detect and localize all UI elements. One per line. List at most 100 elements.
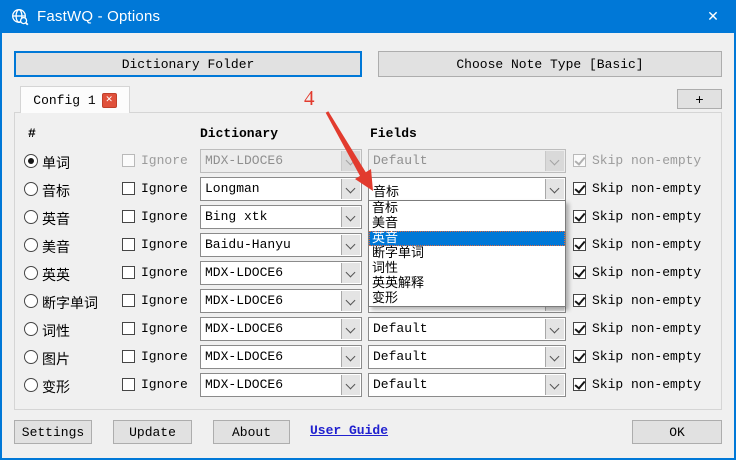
skip-checkbox[interactable]: Skip non-empty bbox=[573, 265, 701, 280]
about-button[interactable]: About bbox=[213, 420, 290, 444]
chevron-glyph bbox=[550, 352, 560, 362]
checkbox-icon[interactable] bbox=[122, 322, 135, 335]
dictionary-folder-button[interactable]: Dictionary Folder bbox=[14, 51, 362, 77]
checkbox-icon[interactable] bbox=[122, 182, 135, 195]
ignore-checkbox[interactable]: Ignore bbox=[122, 377, 188, 392]
chevron-down-icon[interactable] bbox=[545, 375, 564, 395]
dropdown-option[interactable]: 美音 bbox=[369, 216, 565, 231]
skip-checkbox-label: Skip non-empty bbox=[592, 265, 701, 280]
row-radio[interactable] bbox=[24, 154, 38, 168]
tab-close-icon[interactable]: ✕ bbox=[102, 93, 117, 108]
chevron-down-icon[interactable] bbox=[341, 207, 360, 227]
chevron-glyph bbox=[550, 184, 560, 194]
skip-checkbox-label: Skip non-empty bbox=[592, 321, 701, 336]
checkbox-icon[interactable] bbox=[573, 378, 586, 391]
dropdown-option[interactable]: 英音 bbox=[369, 231, 565, 246]
dropdown-option[interactable]: 词性 bbox=[369, 261, 565, 276]
checkbox-icon[interactable] bbox=[573, 350, 586, 363]
chevron-down-icon[interactable] bbox=[341, 347, 360, 367]
dropdown-option[interactable]: 断字单词 bbox=[369, 246, 565, 261]
checkbox-icon[interactable] bbox=[573, 210, 586, 223]
fields-select[interactable]: Default bbox=[368, 317, 566, 341]
ignore-checkbox[interactable]: Ignore bbox=[122, 321, 188, 336]
row-label: 单词 bbox=[42, 153, 70, 173]
window-close-button[interactable]: ✕ bbox=[690, 0, 736, 33]
ok-button[interactable]: OK bbox=[632, 420, 722, 444]
ignore-checkbox[interactable]: Ignore bbox=[122, 209, 188, 224]
ignore-checkbox[interactable]: Ignore bbox=[122, 181, 188, 196]
dictionary-select[interactable]: Baidu-Hanyu bbox=[200, 233, 362, 257]
row-radio[interactable] bbox=[24, 182, 38, 196]
fields-select-value: 音标 bbox=[373, 181, 399, 200]
ignore-checkbox[interactable]: Ignore bbox=[122, 349, 188, 364]
update-button[interactable]: Update bbox=[113, 420, 192, 444]
chevron-down-icon[interactable] bbox=[341, 179, 360, 199]
settings-button[interactable]: Settings bbox=[14, 420, 92, 444]
fields-select[interactable]: Default bbox=[368, 345, 566, 369]
dictionary-select[interactable]: MDX-LDOCE6 bbox=[200, 345, 362, 369]
tab-config-1[interactable]: Config 1 ✕ bbox=[20, 86, 130, 113]
chevron-down-icon[interactable] bbox=[545, 319, 564, 339]
skip-checkbox[interactable]: Skip non-empty bbox=[573, 237, 701, 252]
dropdown-option[interactable]: 变形 bbox=[369, 291, 565, 306]
skip-checkbox[interactable]: Skip non-empty bbox=[573, 349, 701, 364]
chevron-down-icon[interactable] bbox=[341, 263, 360, 283]
dictionary-select-value: MDX-LDOCE6 bbox=[205, 265, 283, 280]
checkbox-icon[interactable] bbox=[573, 238, 586, 251]
fields-select[interactable]: 音标 bbox=[368, 177, 566, 201]
ignore-checkbox[interactable]: Ignore bbox=[122, 265, 188, 280]
add-config-button[interactable]: + bbox=[677, 89, 722, 109]
row-radio[interactable] bbox=[24, 210, 38, 224]
checkbox-icon[interactable] bbox=[122, 266, 135, 279]
skip-checkbox[interactable]: Skip non-empty bbox=[573, 377, 701, 392]
checkbox-icon[interactable] bbox=[122, 238, 135, 251]
choose-note-type-button[interactable]: Choose Note Type [Basic] bbox=[378, 51, 722, 77]
dropdown-option[interactable]: 英英解释 bbox=[369, 276, 565, 291]
skip-checkbox[interactable]: Skip non-empty bbox=[573, 181, 701, 196]
row-radio[interactable] bbox=[24, 322, 38, 336]
dictionary-select[interactable]: MDX-LDOCE6 bbox=[200, 289, 362, 313]
skip-checkbox[interactable]: Skip non-empty bbox=[573, 321, 701, 336]
checkbox-icon[interactable] bbox=[573, 322, 586, 335]
chevron-glyph bbox=[346, 268, 356, 278]
chevron-down-icon[interactable] bbox=[545, 347, 564, 367]
checkbox-icon[interactable] bbox=[573, 182, 586, 195]
chevron-down-icon[interactable] bbox=[341, 235, 360, 255]
row-radio[interactable] bbox=[24, 378, 38, 392]
ignore-checkbox-label: Ignore bbox=[141, 209, 188, 224]
row-radio[interactable] bbox=[24, 238, 38, 252]
user-guide-link[interactable]: User Guide bbox=[310, 423, 388, 438]
table-row: 图片IgnoreMDX-LDOCE6DefaultSkip non-empty bbox=[0, 345, 736, 369]
checkbox-icon[interactable] bbox=[573, 294, 586, 307]
dictionary-select[interactable]: MDX-LDOCE6 bbox=[200, 373, 362, 397]
checkbox-icon[interactable] bbox=[122, 378, 135, 391]
chevron-down-icon[interactable] bbox=[341, 291, 360, 311]
fields-select[interactable]: Default bbox=[368, 373, 566, 397]
skip-checkbox[interactable]: Skip non-empty bbox=[573, 293, 701, 308]
dictionary-select[interactable]: MDX-LDOCE6 bbox=[200, 317, 362, 341]
skip-checkbox-label: Skip non-empty bbox=[592, 181, 701, 196]
dictionary-select[interactable]: Longman bbox=[200, 177, 362, 201]
chevron-down-icon[interactable] bbox=[341, 375, 360, 395]
chevron-down-icon bbox=[341, 151, 360, 171]
checkbox-icon[interactable] bbox=[122, 294, 135, 307]
row-radio[interactable] bbox=[24, 294, 38, 308]
chevron-down-icon[interactable] bbox=[341, 319, 360, 339]
checkbox-icon[interactable] bbox=[573, 266, 586, 279]
skip-checkbox-label: Skip non-empty bbox=[592, 209, 701, 224]
table-row: 变形IgnoreMDX-LDOCE6DefaultSkip non-empty bbox=[0, 373, 736, 397]
ignore-checkbox-label: Ignore bbox=[141, 181, 188, 196]
dictionary-select[interactable]: MDX-LDOCE6 bbox=[200, 261, 362, 285]
dropdown-option[interactable]: 音标 bbox=[369, 201, 565, 216]
ignore-checkbox[interactable]: Ignore bbox=[122, 237, 188, 252]
skip-checkbox-label: Skip non-empty bbox=[592, 293, 701, 308]
dictionary-select-value: MDX-LDOCE6 bbox=[205, 293, 283, 308]
checkbox-icon[interactable] bbox=[122, 350, 135, 363]
ignore-checkbox[interactable]: Ignore bbox=[122, 293, 188, 308]
checkbox-icon[interactable] bbox=[122, 210, 135, 223]
row-radio[interactable] bbox=[24, 266, 38, 280]
row-radio[interactable] bbox=[24, 350, 38, 364]
chevron-down-icon[interactable] bbox=[545, 179, 564, 199]
dictionary-select[interactable]: Bing xtk bbox=[200, 205, 362, 229]
skip-checkbox[interactable]: Skip non-empty bbox=[573, 209, 701, 224]
